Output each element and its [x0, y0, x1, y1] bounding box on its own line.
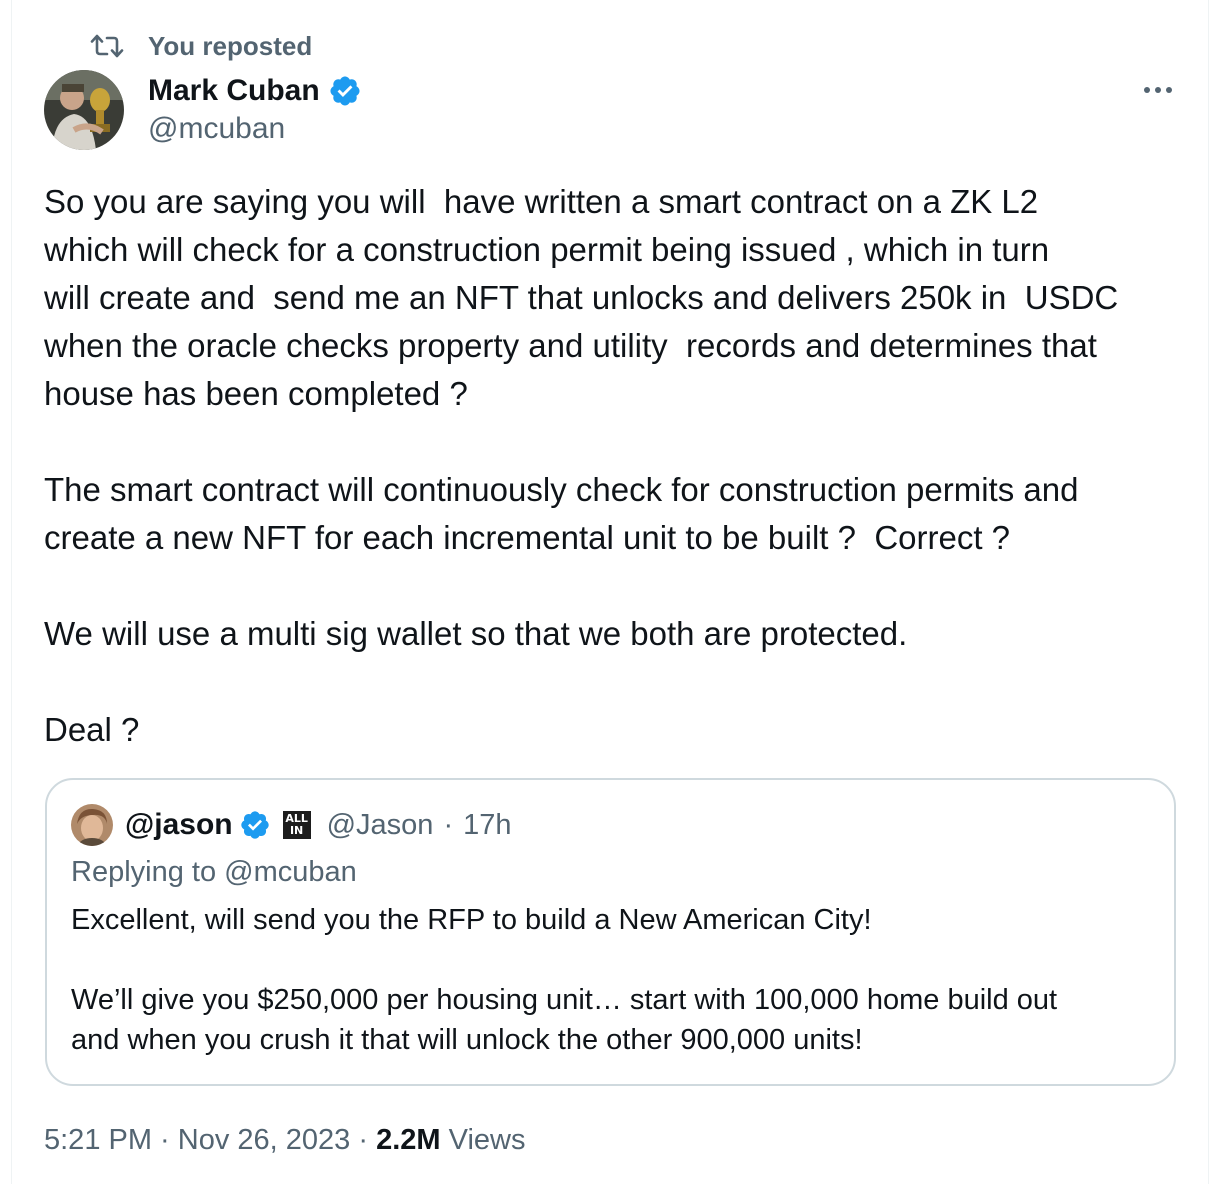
- tweet-metadata: 5:21 PM · Nov 26, 2023 · 2.2M Views: [44, 1120, 525, 1160]
- author-name[interactable]: Mark Cuban: [148, 74, 320, 108]
- quoted-author-name[interactable]: @jason: [125, 808, 233, 842]
- tweet-paragraph: The smart contract will continuously che…: [44, 471, 1079, 556]
- tweet-paragraph: So you are saying you will have written …: [44, 183, 1119, 412]
- verified-badge-icon: [328, 74, 362, 108]
- views-label: Views: [440, 1123, 526, 1156]
- verified-badge-icon: [239, 809, 271, 841]
- repost-indicator: You reposted: [90, 30, 312, 62]
- tweet-time[interactable]: 5:21 PM: [44, 1124, 152, 1157]
- quoted-paragraph: We’ll give you $250,000 per housing unit…: [71, 984, 1058, 1056]
- tweet-paragraph: We will use a multi sig wallet so that w…: [44, 615, 908, 652]
- views-count[interactable]: 2.2M: [376, 1124, 440, 1157]
- author-name-row: Mark Cuban: [148, 72, 362, 110]
- author-handle[interactable]: @mcuban: [148, 112, 285, 146]
- affiliate-badge-line2: IN: [289, 824, 304, 837]
- quoted-text: Excellent, will send you the RFP to buil…: [71, 900, 1161, 1060]
- tweet-text: So you are saying you will have written …: [44, 178, 1194, 754]
- separator-dot: ·: [350, 1123, 377, 1156]
- replying-to[interactable]: Replying to @mcuban: [71, 856, 357, 889]
- quoted-tweet[interactable]: @jason ALL IN @Jason · 17h Replying to @…: [45, 778, 1176, 1086]
- quoted-avatar[interactable]: [71, 804, 113, 846]
- repost-icon: [90, 32, 126, 60]
- tweet-date[interactable]: Nov 26, 2023: [178, 1124, 351, 1157]
- quoted-paragraph: Excellent, will send you the RFP to buil…: [71, 904, 872, 936]
- quoted-timestamp[interactable]: 17h: [463, 809, 511, 842]
- separator-dot: ·: [152, 1123, 178, 1156]
- separator-dot: ·: [443, 808, 454, 841]
- more-options-icon[interactable]: [1138, 78, 1178, 102]
- author-avatar[interactable]: [44, 70, 124, 150]
- repost-label: You reposted: [148, 30, 313, 61]
- affiliate-badge-icon: ALL IN: [282, 811, 311, 839]
- quoted-header: @jason ALL IN @Jason · 17h: [71, 804, 512, 846]
- quoted-author-handle[interactable]: @Jason: [327, 809, 434, 842]
- tweet-paragraph: Deal ?: [44, 711, 140, 748]
